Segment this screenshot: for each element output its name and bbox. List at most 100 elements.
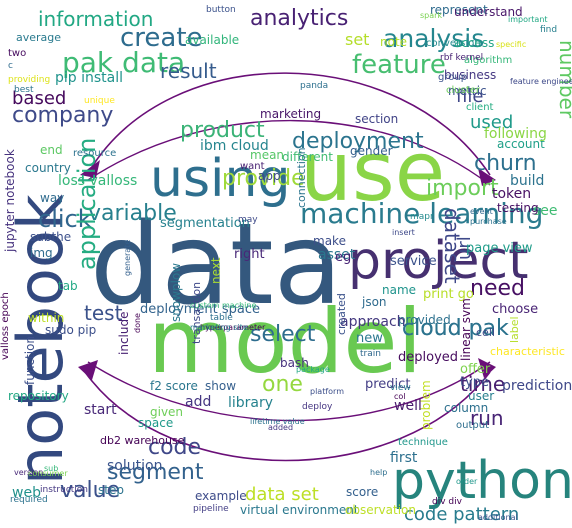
word-country: country <box>25 161 71 175</box>
word-provided: provided <box>398 313 451 327</box>
word-pipeline: pipeline <box>193 504 229 514</box>
word-result: result <box>160 59 217 83</box>
word-solution: solution <box>107 458 162 474</box>
word-div-div: div div <box>432 497 463 507</box>
word-event: event <box>470 207 493 216</box>
word-one: one <box>262 372 303 397</box>
word-note: note <box>380 35 407 49</box>
word-db2-warehouse: db2 warehouse <box>100 434 185 447</box>
word-deploy: deploy <box>302 402 333 412</box>
word-consumer: consumer <box>28 469 68 478</box>
word-spark: spark <box>420 11 442 20</box>
word-resource: resource <box>73 148 116 159</box>
word-page-view: page view <box>466 241 533 256</box>
word-service: service <box>390 254 437 269</box>
word-panda: panda <box>300 81 328 91</box>
word-observation: observation <box>345 503 416 517</box>
word-feature-engineering: feature engineering <box>510 77 572 86</box>
word-step: step <box>98 483 124 497</box>
word-mean: mean <box>250 148 284 162</box>
word-group: datamodelusenotebook pythonprojectusingma… <box>0 3 572 525</box>
word-f2-score: f2 score <box>150 379 198 393</box>
word-gender: gender <box>350 144 393 158</box>
word-make: make <box>313 234 346 248</box>
word-may: may <box>238 215 258 225</box>
word-col: col <box>394 392 406 401</box>
word-generate: generate <box>123 240 132 276</box>
word-segmentation: segmentation <box>160 216 250 231</box>
word-way: way <box>40 191 64 205</box>
word-analytics: analytics <box>250 6 348 31</box>
word-type: type <box>460 375 489 390</box>
word-choose: choose <box>492 302 538 317</box>
word-import: import <box>426 176 499 201</box>
word-table: table <box>210 313 233 323</box>
word-available: available <box>185 33 239 47</box>
word-specific: specific <box>496 40 526 49</box>
word-first: first <box>390 450 418 466</box>
word-instruction: instruction <box>40 485 88 495</box>
word-data-set: data set <box>245 484 319 505</box>
word-train: train <box>360 349 381 359</box>
word-feature: feature <box>352 50 446 80</box>
word-python: python <box>392 451 572 511</box>
word-virtual-environment: virtual environment <box>240 503 359 517</box>
word-label: label <box>508 316 521 343</box>
word-tab: tab <box>58 279 78 293</box>
word-loss-valloss: loss valloss <box>58 173 137 189</box>
word-marketing-site: marketing site <box>190 323 248 332</box>
word-view: view <box>390 383 411 393</box>
word-space: space <box>138 416 173 430</box>
word-name: name <box>382 283 416 297</box>
word-section: section <box>355 112 398 126</box>
word-column: column <box>444 401 488 415</box>
word-snowplow: snowplow <box>169 263 183 322</box>
word-insert: insert <box>392 228 415 237</box>
word-testing: testing <box>497 201 539 215</box>
word-sudo-pip: sudo pip <box>45 323 96 337</box>
word-characteristic: characteristic <box>490 345 565 358</box>
word-information: information <box>38 7 153 31</box>
word-rbf-kernel: rbf kernel <box>440 53 483 63</box>
word-best: best <box>14 85 34 95</box>
word-deployed: deployed <box>398 350 458 365</box>
word-set: set <box>345 30 369 49</box>
word-json: json <box>361 295 387 309</box>
word-mapr: mapr <box>410 212 434 222</box>
word-output: output <box>456 420 489 431</box>
word-valloss-epoch: valloss epoch <box>0 292 11 360</box>
word-start: start <box>84 402 117 418</box>
word-problem: problem <box>419 380 433 430</box>
word-following: following <box>484 126 547 142</box>
word-purchase: purchase <box>470 217 507 226</box>
word-subthe: subthe <box>30 230 71 244</box>
word-group: group <box>438 72 467 83</box>
word-approach: approach <box>340 314 406 330</box>
word-score: score <box>346 485 378 499</box>
word-c: c <box>8 61 13 71</box>
word-function: function <box>23 336 37 385</box>
word-connection: connection <box>295 147 308 208</box>
word-platform: platform <box>310 387 344 396</box>
word-end: end <box>40 143 63 157</box>
word-package: package <box>296 365 330 374</box>
word-show: show <box>205 379 236 393</box>
word-client: client <box>466 102 494 113</box>
word-transaction: transaction <box>190 282 203 344</box>
word-jupyter-notebook: jupyter notebook <box>3 149 17 253</box>
word-pip-install: pip install <box>55 70 123 86</box>
word-token: token <box>492 186 531 202</box>
word-lifetime-value: lifetime value <box>250 417 305 426</box>
word-technique: technique <box>398 437 448 448</box>
word-cluster: cluster <box>446 85 481 96</box>
word-done: done <box>133 313 142 333</box>
word-example: example <box>195 489 247 503</box>
word-custom-machine: custom machine <box>190 301 256 310</box>
word-find: find <box>540 25 557 35</box>
word-want: want <box>240 161 265 172</box>
word-include: include <box>117 312 131 355</box>
word-cell: cell <box>476 326 495 339</box>
word-providing: providing <box>8 75 50 85</box>
word-created: created <box>335 293 348 335</box>
word-library: library <box>228 395 273 411</box>
